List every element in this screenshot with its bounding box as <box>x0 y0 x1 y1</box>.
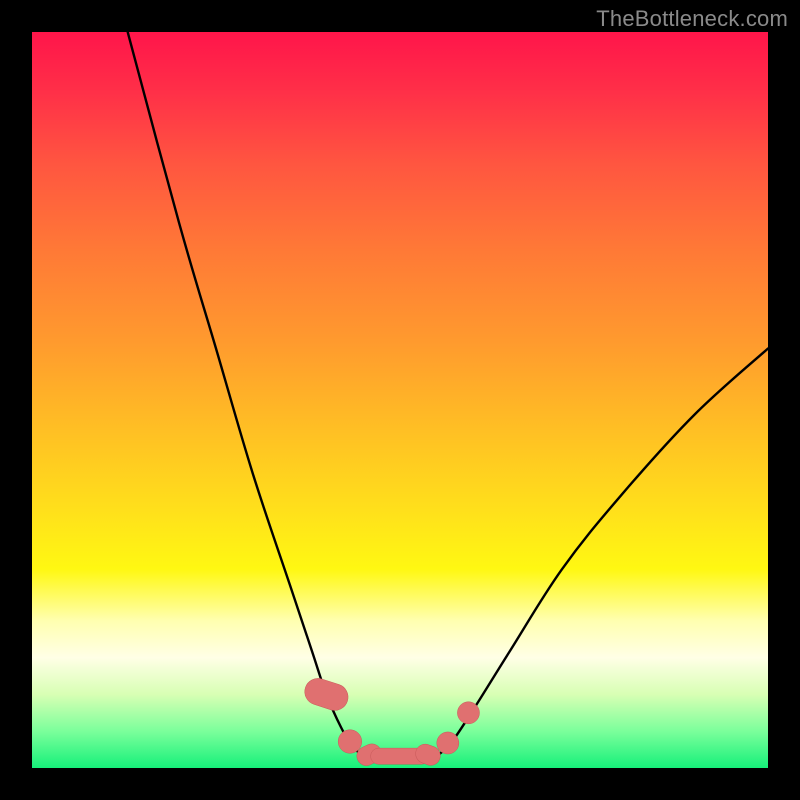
valley-marker <box>301 675 351 714</box>
valley-marker <box>457 702 479 724</box>
valley-marker <box>338 730 362 754</box>
chart-frame: TheBottleneck.com <box>0 0 800 800</box>
plot-area <box>32 32 768 768</box>
curve-left <box>128 32 364 756</box>
valley-marker <box>437 732 459 754</box>
valley-markers <box>301 675 479 768</box>
chart-svg <box>32 32 768 768</box>
curve-right <box>437 348 768 756</box>
watermark-text: TheBottleneck.com <box>596 6 788 32</box>
